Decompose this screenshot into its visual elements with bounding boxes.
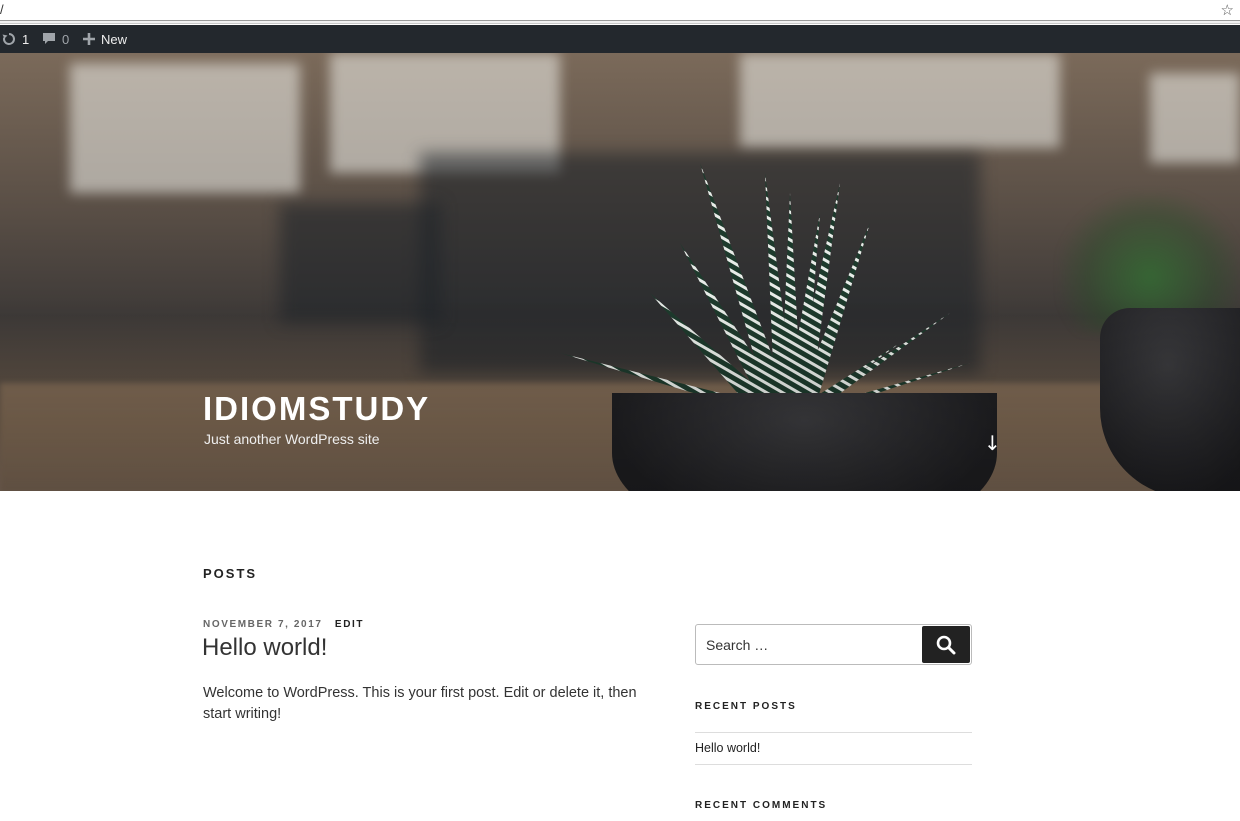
site-tagline: Just another WordPress site (204, 431, 380, 447)
recent-posts-heading: RECENT POSTS (695, 701, 797, 712)
arrow-down-icon[interactable]: ↓ (984, 431, 1001, 455)
updates-button[interactable]: 1 (2, 25, 29, 53)
search-icon (936, 635, 956, 654)
post-meta: NOVEMBER 7, 2017 EDIT (203, 619, 364, 630)
posts-heading: POSTS (203, 566, 258, 581)
search-input[interactable] (696, 625, 922, 664)
address-field[interactable]: / ☆ (0, 0, 1240, 21)
post-excerpt: Welcome to WordPress. This is your first… (203, 685, 637, 722)
recent-comments-heading: RECENT COMMENTS (695, 800, 828, 811)
site-title[interactable]: IDIOMSTUDY (203, 390, 430, 428)
comments-count: 0 (62, 31, 70, 47)
new-label: New (101, 31, 128, 47)
post-title[interactable]: Hello world! (202, 634, 327, 662)
header-hero-image: IDIOMSTUDY Just another WordPress site ↓ (0, 53, 1240, 491)
comment-icon (43, 33, 55, 44)
post-date[interactable]: NOVEMBER 7, 2017 (203, 619, 323, 630)
wp-admin-bar: 1 0 New (0, 25, 1240, 53)
updates-count: 1 (22, 31, 30, 47)
comments-button[interactable]: 0 (42, 25, 69, 53)
edit-link[interactable]: EDIT (335, 619, 364, 630)
star-icon[interactable]: ☆ (1221, 0, 1234, 20)
new-content-button[interactable]: New (83, 25, 127, 53)
recent-posts-list: Hello world! (695, 732, 972, 765)
address-text: / (0, 2, 4, 17)
plus-icon (83, 33, 95, 45)
updates-icon (2, 33, 15, 45)
recent-post-link[interactable]: Hello world! (695, 741, 760, 755)
search-form (695, 624, 972, 665)
browser-address-bar: / ☆ (0, 0, 1240, 24)
search-button[interactable] (922, 626, 970, 663)
